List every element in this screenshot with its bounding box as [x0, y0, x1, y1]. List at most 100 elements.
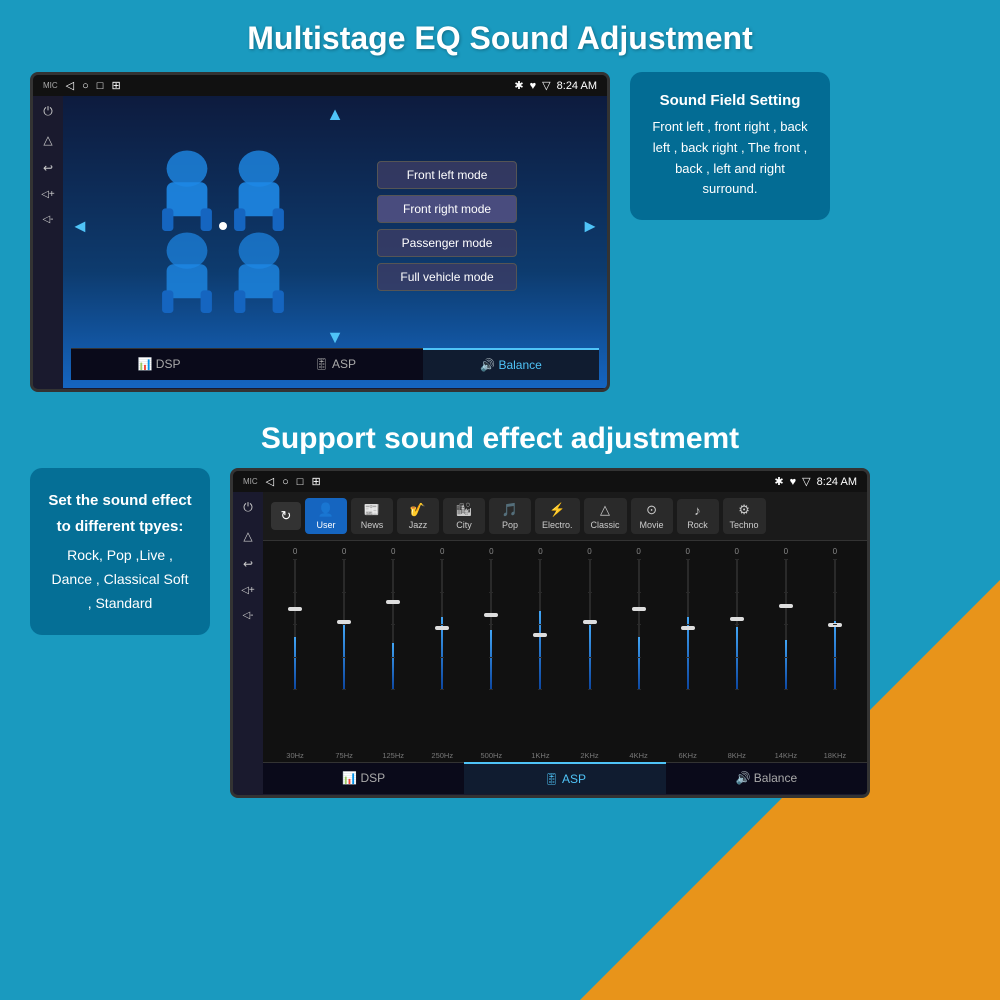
eq-col-18KHz[interactable]: 0 [811, 547, 859, 749]
freq-label-30Hz: 30Hz [271, 751, 319, 760]
power-icon-b[interactable]: ⏻ [243, 500, 253, 515]
status-left-b: MIC ◁ ○ □ ⊞ [243, 475, 321, 488]
preset-news[interactable]: 📰 News [351, 498, 393, 534]
eq-col-250Hz[interactable]: 0 [418, 547, 466, 749]
set-sound-box: Set the sound effect to different tpyes:… [30, 468, 210, 635]
freq-label-75Hz: 75Hz [320, 751, 368, 760]
news-icon: 📰 [364, 502, 380, 518]
section2-title: Support sound effect adjustmemt [30, 422, 970, 456]
eq-col-30Hz[interactable]: 0 [271, 547, 319, 749]
freq-label-4KHz: 4KHz [615, 751, 663, 760]
preset-city[interactable]: 🏙 City [443, 498, 485, 534]
home-nav-icon-b[interactable]: △ [243, 529, 252, 543]
camera-icon-b: ⊞ [311, 475, 320, 488]
front-left-mode-btn[interactable]: Front left mode [377, 161, 517, 189]
preset-pop[interactable]: 🎵 Pop [489, 498, 531, 534]
balance-tab-bottom[interactable]: 🔊 Balance [666, 762, 867, 794]
preset-movie[interactable]: ⊙ Movie [631, 498, 673, 534]
side-nav-bottom: ⏻ △ ↩ ◁+ ◁- [233, 492, 263, 794]
eq-col-2KHz[interactable]: 0 [565, 547, 613, 749]
wifi-icon-b: ▽ [802, 475, 810, 488]
seat-rr [225, 228, 293, 296]
balance-tab-top[interactable]: 🔊 Balance [423, 348, 599, 380]
user-label: User [316, 520, 335, 530]
front-right-mode-btn[interactable]: Front right mode [377, 195, 517, 223]
bottom-tabs-bottom: 📊 DSP 🎚 ASP 🔊 Balance [263, 762, 867, 794]
status-bar-bottom: MIC ◁ ○ □ ⊞ ✱ ♥ ▽ 8:24 AM [233, 471, 867, 492]
home-icon: ○ [82, 80, 89, 92]
preset-electro[interactable]: ⚡ Electro. [535, 498, 580, 534]
mic-label-b: MIC [243, 477, 258, 486]
classic-label: Classic [591, 520, 620, 530]
refresh-btn[interactable]: ↻ [271, 502, 301, 530]
eq-col-4KHz[interactable]: 0 [615, 547, 663, 749]
wifi-icon: ▽ [542, 79, 550, 92]
recents-icon: □ [97, 80, 104, 92]
time-display: 8:24 AM [557, 80, 597, 92]
eq-top-val-500Hz: 0 [489, 547, 493, 556]
movie-icon: ⊙ [646, 502, 657, 518]
pop-icon: 🎵 [502, 502, 518, 518]
eq-col-8KHz[interactable]: 0 [713, 547, 761, 749]
set-sound-desc: Rock, Pop ,Live , Dance , Classical Soft… [48, 544, 192, 615]
back-icon-b: ◁ [266, 475, 274, 488]
arrow-up[interactable]: ▲ [326, 104, 344, 125]
back-nav-icon[interactable]: ↩ [43, 161, 53, 175]
eq-top-val-2KHz: 0 [587, 547, 591, 556]
seat-rl [153, 228, 221, 296]
back-icon: ◁ [66, 79, 74, 92]
dsp-tab-top[interactable]: 📊 DSP [71, 348, 247, 380]
dsp-tab-bottom[interactable]: 📊 DSP [263, 762, 464, 794]
eq-top-val-250Hz: 0 [440, 547, 444, 556]
eq-top-val-30Hz: 0 [293, 547, 297, 556]
eq-col-500Hz[interactable]: 0 [467, 547, 515, 749]
preset-rock[interactable]: ♪ Rock [677, 499, 719, 534]
car-seats [153, 146, 313, 306]
screen-body-top: ⏻ △ ↩ ◁+ ◁- ▲ ◄ [33, 96, 607, 388]
back-nav-icon-b[interactable]: ↩ [243, 557, 253, 571]
status-bar-top: MIC ◁ ○ □ ⊞ ✱ ♥ ▽ 8:24 AM [33, 75, 607, 96]
balance-icon-b: 🔊 [735, 771, 750, 785]
passenger-mode-btn[interactable]: Passenger mode [377, 229, 517, 257]
eq-col-75Hz[interactable]: 0 [320, 547, 368, 749]
eq-col-125Hz[interactable]: 0 [369, 547, 417, 749]
asp-tab-top[interactable]: 🎚 ASP [247, 348, 423, 380]
preset-jazz[interactable]: 🎷 Jazz [397, 498, 439, 534]
power-icon[interactable]: ⏻ [43, 104, 53, 119]
eq-col-1KHz[interactable]: 0 [516, 547, 564, 749]
preset-techno[interactable]: ⚙ Techno [723, 498, 766, 534]
time-display-b: 8:24 AM [817, 476, 857, 488]
arrow-down[interactable]: ▼ [326, 327, 344, 348]
vol-down-icon[interactable]: ◁- [42, 214, 53, 225]
eq-col-6KHz[interactable]: 0 [664, 547, 712, 749]
arrow-left[interactable]: ◄ [71, 216, 89, 237]
eq-top-val-75Hz: 0 [342, 547, 346, 556]
camera-icon: ⊞ [111, 79, 120, 92]
set-sound-title: Set the sound effect to different tpyes: [48, 488, 192, 539]
preset-bar: ↻ 👤 User 📰 News 🎷 Jazz [263, 492, 867, 541]
arrow-right[interactable]: ► [581, 216, 599, 237]
vol-down-icon-b[interactable]: ◁- [242, 610, 253, 621]
movie-label: Movie [640, 520, 664, 530]
freq-label-500Hz: 500Hz [467, 751, 515, 760]
eq-col-14KHz[interactable]: 0 [762, 547, 810, 749]
asp-tab-bottom[interactable]: 🎚 ASP [464, 762, 665, 794]
rock-label: Rock [687, 520, 708, 530]
full-vehicle-mode-btn[interactable]: Full vehicle mode [377, 263, 517, 291]
news-label: News [361, 520, 384, 530]
eq-top-val-1KHz: 0 [538, 547, 542, 556]
preset-classic[interactable]: △ Classic [584, 498, 627, 534]
location-icon-b: ♥ [790, 476, 797, 488]
freq-label-6KHz: 6KHz [664, 751, 712, 760]
home-icon-b: ○ [282, 476, 289, 488]
freq-label-250Hz: 250Hz [418, 751, 466, 760]
pop-label: Pop [502, 520, 518, 530]
vol-up-icon-b[interactable]: ◁+ [241, 585, 255, 596]
location-icon: ♥ [530, 80, 537, 92]
preset-user[interactable]: 👤 User [305, 498, 347, 534]
freq-label-8KHz: 8KHz [713, 751, 761, 760]
vol-up-icon[interactable]: ◁+ [41, 189, 55, 200]
status-right: ✱ ♥ ▽ 8:24 AM [514, 79, 597, 92]
home-nav-icon[interactable]: △ [43, 133, 52, 147]
eq-content-top: ▲ ◄ [63, 96, 607, 388]
